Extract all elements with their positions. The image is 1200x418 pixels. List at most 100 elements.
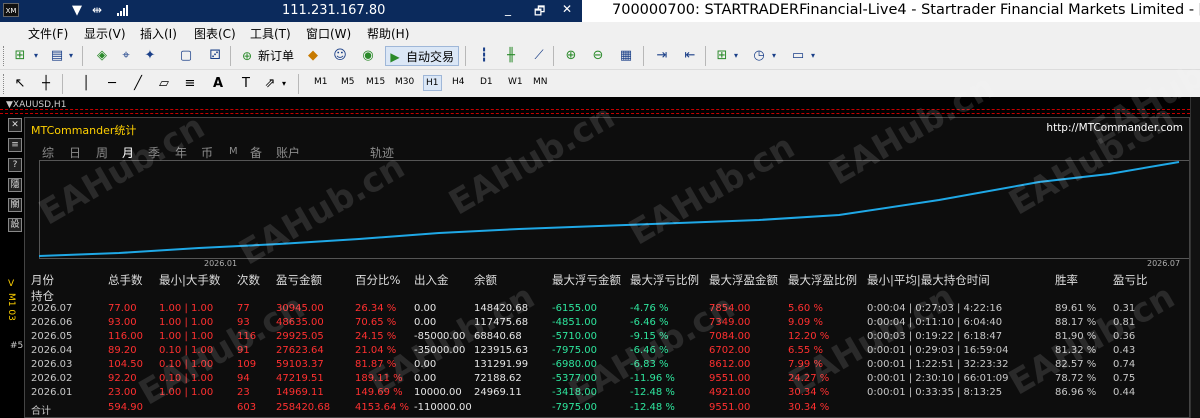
tab-currency[interactable]: 币 (201, 144, 213, 161)
timeframe-m15[interactable]: M15 (366, 77, 385, 87)
profiles-icon[interactable]: ▤ (47, 46, 67, 66)
close-button[interactable]: ✕ (562, 2, 572, 16)
menu-file[interactable]: 文件(F) (28, 25, 68, 42)
timeframe-w1[interactable]: W1 (508, 77, 523, 87)
fibonacci-icon[interactable]: ≡ (180, 74, 200, 94)
stats-cell-pnl: 29925.05 (276, 331, 324, 342)
settings-panel-icon[interactable]: 設 (8, 218, 22, 232)
zoom-in-icon[interactable]: ⊕ (561, 46, 581, 66)
tab-comment[interactable]: 备 (250, 144, 262, 161)
crosshair-icon[interactable]: ┼ (36, 74, 56, 94)
signals-icon[interactable]: ☺ (330, 46, 350, 66)
menu-tools[interactable]: 工具(T) (250, 25, 291, 42)
timeframe-mn[interactable]: MN (533, 77, 548, 87)
text-label-icon[interactable]: T (236, 74, 256, 94)
terminal-icon[interactable]: ▢ (176, 46, 196, 66)
hide-panel-icon[interactable]: 隱 (8, 178, 22, 192)
order-level-line (0, 109, 1190, 110)
col-header-max-float-profit: 最大浮盈金额 (709, 273, 778, 287)
candlesticks-icon[interactable]: ╫ (501, 46, 521, 66)
drawing-toolbar: ↖ ┼ │ ─ ╱ ▱ ≡ A T ⇗ ▾ M1 M5 M15 M30 H1 H… (0, 70, 1200, 97)
timeframe-d1[interactable]: D1 (480, 77, 493, 87)
indicators-icon[interactable]: ⊞ (712, 46, 732, 66)
strategy-tester-icon[interactable]: ⚂ (205, 46, 225, 66)
stats-cell-lots: 104.50 (108, 359, 143, 370)
zoom-out-icon[interactable]: ⊖ (588, 46, 608, 66)
timeframe-m30[interactable]: M30 (395, 77, 414, 87)
tab-year[interactable]: 年 (175, 144, 187, 161)
arrows-icon[interactable]: ⇗ (260, 74, 280, 94)
line-chart-icon[interactable]: ⟋ (529, 46, 549, 66)
timeframe-m5[interactable]: M5 (341, 77, 355, 87)
bar-chart-icon[interactable]: ┇ (474, 46, 494, 66)
menu-window[interactable]: 窗口(W) (306, 25, 351, 42)
chart-shift-icon[interactable]: ⇤ (680, 46, 700, 66)
stats-cell-max-float-loss-pct: -6.46 % (630, 345, 669, 356)
dropdown-arrow-icon[interactable]: ▾ (731, 46, 741, 66)
horizontal-line-icon[interactable]: ─ (102, 74, 122, 94)
menu-help[interactable]: 帮助(H) (367, 25, 409, 42)
chart-autoscroll-icon[interactable]: ⇥ (652, 46, 672, 66)
stats-cell-max-float-profit: 9551.00 (709, 373, 751, 384)
dropdown-arrow-icon[interactable]: ▾ (66, 46, 76, 66)
tab-summary[interactable]: 综 (42, 144, 54, 161)
timeframe-m1[interactable]: M1 (314, 77, 328, 87)
chart-left-mark: M1 03 (6, 293, 16, 321)
tab-day[interactable]: 日 (69, 144, 81, 161)
cursor-icon[interactable]: ↖ (10, 74, 30, 94)
market-watch-icon[interactable]: ◈ (92, 46, 112, 66)
menu-charts[interactable]: 图表(C) (194, 25, 236, 42)
panel-url-link[interactable]: http://MTCommander.com (1046, 122, 1183, 134)
vertical-line-icon[interactable]: │ (76, 74, 96, 94)
dropdown-arrow-icon[interactable]: ▾ (769, 46, 779, 66)
chart-left-mark: #5 (10, 341, 24, 351)
menu-view[interactable]: 显示(V) (84, 25, 126, 42)
stats-total-max-float-profit: 9551.00 (709, 402, 751, 413)
metaeditor-icon[interactable]: ◆ (303, 46, 323, 66)
menu-insert[interactable]: 插入(I) (140, 25, 177, 42)
minimize-button[interactable]: _ (505, 2, 511, 16)
dropdown-arrow-icon[interactable]: ▾ (279, 74, 289, 94)
stats-cell-pl-ratio: 0.43 (1113, 345, 1136, 356)
timeframe-h1[interactable]: H1 (423, 75, 442, 91)
close-panel-icon[interactable]: ✕ (8, 118, 22, 132)
navigator-icon[interactable]: ✦ (140, 46, 160, 66)
price-scale[interactable] (1190, 97, 1200, 418)
auto-trading-button[interactable]: ▶ 自动交易 (385, 46, 460, 66)
stats-cell-lots: 116.00 (108, 331, 143, 342)
col-header-win-rate: 胜率 (1055, 273, 1078, 287)
periods-clock-icon[interactable]: ◷ (749, 46, 769, 66)
new-order-button[interactable]: ⊕ 新订单 (238, 46, 294, 66)
stats-cell-max-float-profit: 7349.00 (709, 317, 751, 328)
data-window-icon[interactable]: ⌖ (116, 46, 136, 66)
close-panel-alt-icon[interactable]: 關 (8, 198, 22, 212)
col-header-max-float-loss: 最大浮亏金额 (552, 273, 621, 287)
tab-account[interactable]: 账户 (276, 144, 300, 161)
tab-week[interactable]: 周 (96, 144, 108, 161)
restore-button[interactable]: 🗗 (534, 2, 545, 23)
dropdown-arrow-icon[interactable]: ▾ (808, 46, 818, 66)
stats-cell-month: 2026.04 (31, 345, 73, 356)
market-icon[interactable]: ◉ (358, 46, 378, 66)
order-level-line (0, 113, 1190, 114)
arrow-indicator-icon: ▼ (72, 3, 82, 18)
tile-windows-icon[interactable]: ▦ (616, 46, 636, 66)
tab-quarter[interactable]: 季 (148, 144, 160, 161)
tab-magic[interactable]: M (229, 146, 238, 157)
menu-panel-icon[interactable]: ≡ (8, 138, 22, 152)
tab-trajectory[interactable]: 轨迹 (370, 144, 394, 161)
stats-cell-max-float-profit-pct: 9.09 % (788, 317, 823, 328)
help-panel-icon[interactable]: ? (8, 158, 22, 172)
equidistant-channel-icon[interactable]: ▱ (154, 74, 174, 94)
stats-cell-pnl: 14969.11 (276, 387, 324, 398)
templates-icon[interactable]: ▭ (788, 46, 808, 66)
toolbar-grip[interactable] (3, 74, 6, 94)
trendline-icon[interactable]: ╱ (128, 74, 148, 94)
stats-cell-minmax: 0.10 | 1.00 (159, 345, 214, 356)
new-chart-icon[interactable]: ⊞ (10, 46, 30, 66)
dropdown-arrow-icon[interactable]: ▾ (30, 46, 42, 66)
text-tool-icon[interactable]: A (208, 74, 228, 94)
timeframe-h4[interactable]: H4 (452, 77, 465, 87)
tab-month[interactable]: 月 (122, 144, 134, 161)
toolbar-grip[interactable] (3, 46, 6, 66)
